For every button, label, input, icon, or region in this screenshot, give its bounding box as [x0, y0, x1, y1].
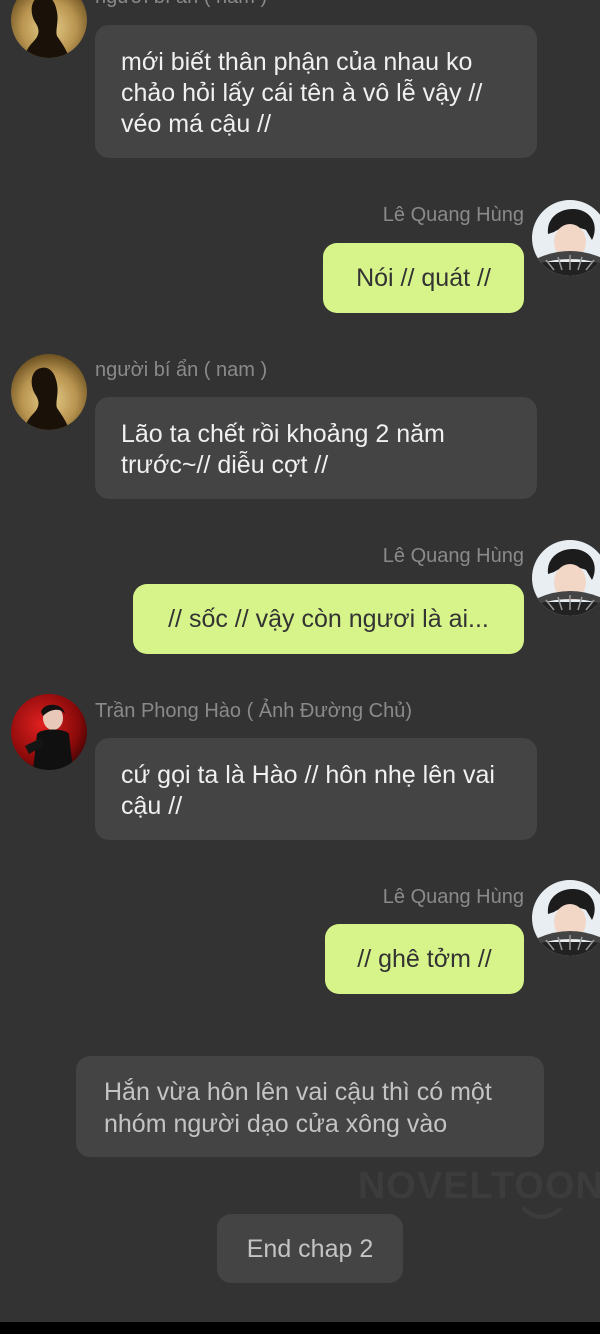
message-bubble[interactable]: Lão ta chết rồi khoảng 2 năm trước~// di…: [95, 397, 537, 499]
le-quang-hung-avatar[interactable]: [532, 200, 600, 276]
chat-screen: người bí ẩn ( nam ) mới biết thân phận c…: [0, 0, 600, 1334]
silhouette-avatar[interactable]: [11, 0, 87, 58]
bottom-bar: [0, 1322, 600, 1334]
message-bubble[interactable]: mới biết thân phận của nhau ko chảo hỏi …: [95, 25, 537, 158]
le-quang-hung-avatar[interactable]: [532, 540, 600, 616]
message-bubble[interactable]: // sốc // vậy còn ngươi là ai...: [133, 584, 524, 654]
message-bubble[interactable]: // ghê tởm //: [325, 924, 524, 994]
narration-bubble: Hắn vừa hôn lên vai cậu thì có một nhóm …: [76, 1056, 544, 1157]
sender-name: Lê Quang Hùng: [382, 545, 524, 567]
tran-phong-hao-avatar[interactable]: [11, 694, 87, 770]
sender-name: Lê Quang Hùng: [382, 204, 524, 226]
sender-name: người bí ẩn ( nam ): [95, 0, 267, 9]
sender-name: Lê Quang Hùng: [382, 886, 524, 908]
sender-name: Trần Phong Hào ( Ảnh Đường Chủ): [95, 700, 413, 722]
sender-name: người bí ẩn ( nam ): [95, 359, 268, 381]
silhouette-avatar[interactable]: [11, 354, 87, 430]
message-bubble[interactable]: cứ gọi ta là Hào // hôn nhẹ lên vai cậu …: [95, 738, 537, 840]
watermark-smile-icon: [522, 1207, 562, 1219]
le-quang-hung-avatar[interactable]: [532, 880, 600, 956]
noveltoon-watermark: NOVELTOON: [357, 1165, 600, 1207]
end-chapter-button[interactable]: End chap 2: [217, 1214, 403, 1283]
message-bubble[interactable]: Nói // quát //: [323, 243, 524, 313]
